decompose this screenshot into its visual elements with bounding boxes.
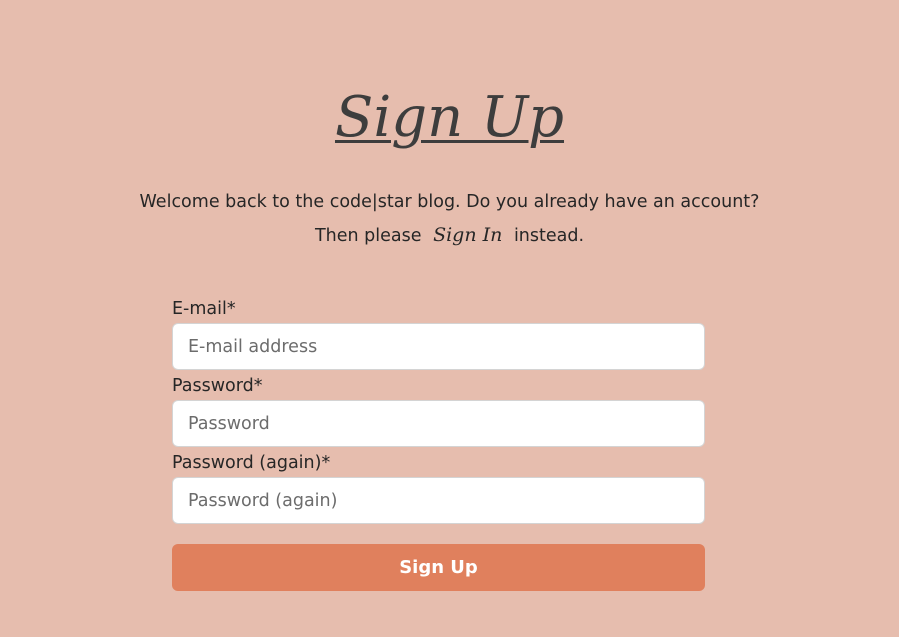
signup-form: E-mail* Password* Password (again)* bbox=[172, 297, 705, 528]
sign-in-link[interactable]: Sign In bbox=[433, 224, 502, 246]
email-label: E-mail* bbox=[172, 299, 236, 319]
sign-up-button[interactable]: Sign Up bbox=[172, 544, 705, 591]
intro-line-2-suffix: instead. bbox=[513, 226, 585, 246]
intro-line-2: Then please Sign In instead. bbox=[0, 219, 899, 253]
email-field[interactable] bbox=[172, 323, 705, 370]
password-again-label: Password (again)* bbox=[172, 453, 331, 473]
password-field[interactable] bbox=[172, 400, 705, 447]
password-again-field[interactable] bbox=[172, 477, 705, 524]
page-title: Sign Up bbox=[334, 85, 565, 150]
intro-text: Welcome back to the code|star blog. Do y… bbox=[0, 186, 899, 253]
intro-line-1: Welcome back to the code|star blog. Do y… bbox=[139, 192, 760, 212]
intro-line-2-prefix: Then please bbox=[314, 226, 422, 246]
password-label: Password* bbox=[172, 376, 263, 396]
